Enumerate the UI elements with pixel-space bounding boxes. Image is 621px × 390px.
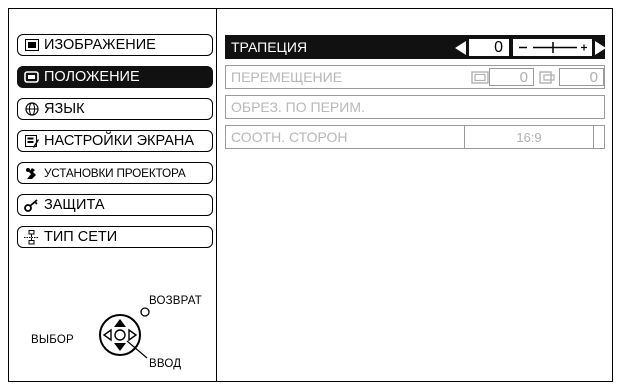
vertical-shift-icon <box>539 71 555 84</box>
globe-icon <box>23 102 40 116</box>
menu-item-label: ТИП СЕТИ <box>44 229 118 245</box>
menu-item-label: ПОЛОЖЕНИЕ <box>44 69 140 85</box>
menu-item-screen-settings[interactable]: НАСТРОЙКИ ЭКРАНА <box>17 130 213 152</box>
select-label: ВЫБОР <box>31 334 74 346</box>
aspect-label: СООТН. СТОРОН <box>231 129 348 145</box>
navigation-pad-icon <box>99 307 150 359</box>
keystone-slider-graphic <box>519 42 587 53</box>
menu-item-label: ЗАЩИТА <box>44 197 105 213</box>
keystone-label: ТРАПЕЦИЯ <box>231 39 308 55</box>
menu-item-language[interactable]: ЯЗЫК <box>17 98 213 120</box>
menu-item-network-type[interactable]: ТИП СЕТИ <box>17 226 213 248</box>
horizontal-shift-icon <box>471 71 489 84</box>
keystone-value: 0 <box>469 39 509 56</box>
crop-label: ОБРЕЗ. ПО ПЕРИМ. <box>231 99 365 115</box>
menu-item-security[interactable]: ЗАЩИТА <box>17 194 213 216</box>
position-icon <box>23 70 40 84</box>
picture-icon <box>23 38 40 52</box>
menu-item-label: НАСТРОЙКИ ЭКРАНА <box>44 133 195 149</box>
vertical-shift-value: 0 <box>559 68 604 86</box>
shift-row[interactable]: ПЕРЕМЕЩЕНИЕ 0 0 <box>225 65 605 89</box>
menu-item-label: ЯЗЫК <box>44 101 85 117</box>
key-icon <box>23 198 40 212</box>
arrow-right-icon[interactable] <box>594 41 606 55</box>
aspect-row[interactable]: СООТН. СТОРОН 16:9 <box>225 125 605 149</box>
keystone-slider[interactable] <box>513 39 592 56</box>
screen-settings-icon <box>23 134 40 148</box>
aspect-value: 16:9 <box>464 125 594 149</box>
menu-item-picture[interactable]: ИЗОБРАЖЕНИЕ <box>17 34 213 56</box>
projector-settings-icon <box>23 166 40 180</box>
main-menu-panel: ИЗОБРАЖЕНИЕ ПОЛОЖЕНИЕ ЯЗЫК НАСТРОЙКИ ЭКР… <box>9 9 217 381</box>
menu-item-label: УСТАНОВКИ ПРОЕКТОРА <box>44 166 186 180</box>
projector-osd-menu: ИЗОБРАЖЕНИЕ ПОЛОЖЕНИЕ ЯЗЫК НАСТРОЙКИ ЭКР… <box>8 8 613 382</box>
crop-row[interactable]: ОБРЕЗ. ПО ПЕРИМ. <box>225 95 605 119</box>
shift-label: ПЕРЕМЕЩЕНИЕ <box>231 69 343 85</box>
horizontal-shift-value: 0 <box>489 68 534 86</box>
menu-item-position[interactable]: ПОЛОЖЕНИЕ <box>17 66 213 88</box>
menu-item-projector-settings[interactable]: УСТАНОВКИ ПРОЕКТОРА <box>17 162 213 184</box>
arrow-left-icon[interactable] <box>455 41 467 55</box>
position-settings-panel: ТРАПЕЦИЯ 0 ПЕРЕМЕЩЕНИЕ 0 0 ОБРЕЗ. ПО ПЕР… <box>219 9 612 381</box>
menu-item-label: ИЗОБРАЖЕНИЕ <box>44 37 156 53</box>
network-icon <box>23 229 40 244</box>
keystone-row[interactable]: ТРАПЕЦИЯ 0 <box>225 35 606 59</box>
